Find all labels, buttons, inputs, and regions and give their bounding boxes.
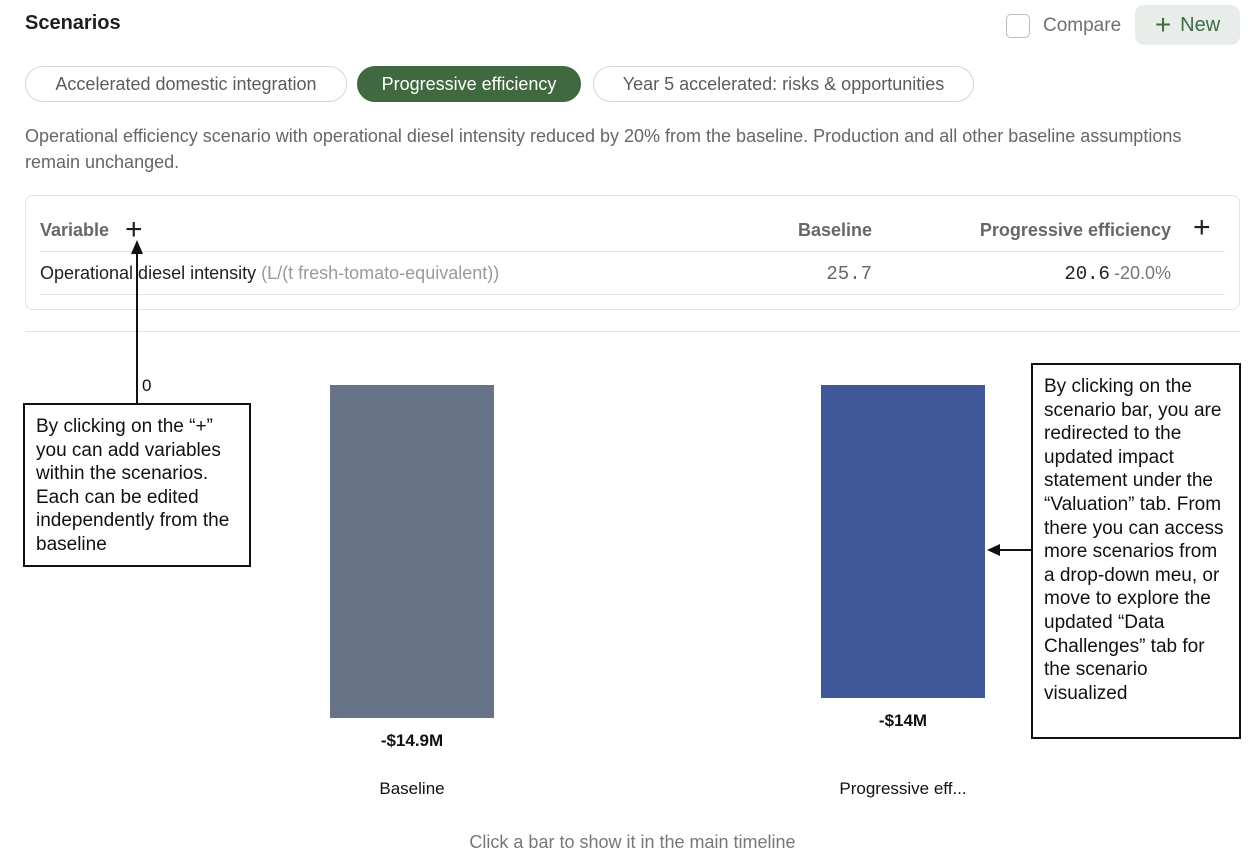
scenario-bar-callout: By clicking on the scenario bar, you are… [1031, 363, 1241, 739]
arrowhead-left-icon [987, 544, 1000, 556]
plus-button-callout: By clicking on the “+” you can add varia… [23, 403, 251, 567]
arrowhead-up-icon [131, 240, 143, 254]
